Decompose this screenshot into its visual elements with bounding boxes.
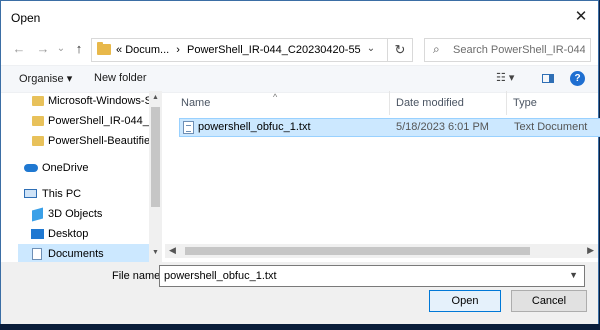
title-bar: Open ✕: [1, 1, 598, 35]
address-bar[interactable]: « Docum... › PowerShell_IR-044_C20230420…: [91, 38, 413, 62]
computer-icon: [24, 189, 37, 198]
column-header-date-modified[interactable]: Date modified: [390, 91, 507, 115]
breadcrumb-overflow[interactable]: «: [116, 44, 122, 56]
column-label: Date modified: [396, 97, 464, 109]
view-options-icon[interactable]: ☷ ▾: [496, 71, 526, 87]
cube-icon: [32, 207, 43, 222]
sidebar-scrollbar[interactable]: ▲ ▼: [149, 91, 162, 262]
file-list-scrollbar[interactable]: ◀ ▶: [165, 244, 598, 258]
sidebar-item-label: PowerShell_IR-044_C20: [48, 115, 161, 127]
sidebar-item-3d-objects[interactable]: 3D Objects: [18, 204, 161, 224]
file-type: Text Document: [514, 121, 588, 133]
file-list: Name ^ Date modified Type powershell_obf…: [165, 91, 600, 241]
command-toolbar: Organise ▾ New folder ☷ ▾ ?: [1, 65, 598, 93]
desktop-icon: [31, 229, 44, 239]
breadcrumb: « Docum... › PowerShell_IR-044_C20230420…: [116, 44, 361, 56]
column-label: Name: [181, 97, 211, 109]
list-item[interactable]: powershell_obfuc_1.txt 5/18/2023 6:01 PM…: [179, 118, 600, 137]
breadcrumb-item-documents[interactable]: Docum...: [125, 44, 169, 56]
dialog-footer: File name: powershell_obfuc_1.txt ▼ Open…: [1, 262, 598, 324]
column-header-name[interactable]: Name ^: [165, 91, 390, 115]
close-icon[interactable]: ✕: [572, 8, 590, 26]
scroll-down-icon[interactable]: ▼: [151, 249, 160, 256]
sidebar-item-label: 3D Objects: [48, 208, 103, 220]
navigation-pane: Microsoft-Windows-Sy PowerShell_IR-044_C…: [18, 91, 161, 262]
navigation-bar: ← → ⌄ ↑ « Docum... › PowerShell_IR-044_C…: [1, 35, 598, 63]
sidebar-item-documents[interactable]: Documents: [18, 244, 161, 262]
sidebar-item-label: Desktop: [48, 228, 89, 240]
scrollbar-thumb[interactable]: [151, 107, 160, 207]
chevron-down-icon[interactable]: ▼: [569, 270, 578, 280]
refresh-icon[interactable]: ↻: [387, 38, 413, 62]
folder-icon: [32, 136, 44, 146]
sidebar-item-label: Documents: [48, 248, 104, 260]
back-arrow-icon[interactable]: ←: [11, 41, 27, 57]
cloud-icon: [24, 164, 38, 172]
preview-pane-icon[interactable]: [542, 74, 554, 83]
scroll-left-icon[interactable]: ◀: [169, 245, 176, 256]
documents-icon: [32, 248, 42, 260]
search-input[interactable]: ⌕ Search PowerShell_IR-044_C...: [424, 38, 591, 62]
column-header-type[interactable]: Type: [507, 91, 598, 115]
recent-locations-icon[interactable]: ⌄: [53, 41, 69, 57]
breadcrumb-separator: ›: [176, 44, 180, 56]
search-icon: ⌕: [433, 42, 440, 56]
breadcrumb-item-folder[interactable]: PowerShell_IR-044_C20230420-55: [187, 44, 361, 56]
sidebar-item-label: PowerShell-Beautifier: [48, 135, 154, 147]
sort-ascending-icon: ^: [273, 92, 278, 102]
open-button[interactable]: Open: [429, 290, 501, 312]
up-arrow-icon[interactable]: ↑: [71, 41, 87, 57]
file-name-label: File name:: [112, 270, 164, 282]
column-label: Type: [513, 97, 537, 109]
scroll-up-icon[interactable]: ▲: [151, 94, 160, 101]
sidebar-item-label: OneDrive: [42, 162, 89, 174]
sidebar-item-desktop[interactable]: Desktop: [18, 224, 161, 244]
sidebar-item-label: Microsoft-Windows-Sy: [48, 95, 158, 107]
sidebar-item-label: This PC: [42, 188, 82, 200]
folder-icon: [97, 42, 111, 55]
dialog-title: Open: [11, 11, 41, 25]
sidebar-item-powershell-beautifier[interactable]: PowerShell-Beautifier: [18, 131, 161, 151]
sidebar-item-this-pc[interactable]: This PC: [18, 184, 161, 204]
text-file-icon: [183, 121, 194, 134]
file-date-modified: 5/18/2023 6:01 PM: [396, 121, 489, 133]
new-folder-button[interactable]: New folder: [94, 72, 147, 84]
organise-menu[interactable]: Organise ▾: [19, 72, 72, 85]
help-icon[interactable]: ?: [570, 71, 585, 86]
scrollbar-thumb[interactable]: [185, 247, 530, 255]
sidebar-item-powershell-ir[interactable]: PowerShell_IR-044_C20: [18, 111, 161, 131]
cancel-button[interactable]: Cancel: [511, 290, 587, 312]
folder-icon: [32, 96, 44, 106]
scroll-right-icon[interactable]: ▶: [587, 245, 594, 256]
search-placeholder: Search PowerShell_IR-044_C...: [453, 44, 585, 56]
open-dialog: Open ✕ ← → ⌄ ↑ « Docum... › PowerShell_I…: [0, 0, 600, 324]
folder-icon: [32, 116, 44, 126]
sidebar-item-onedrive[interactable]: OneDrive: [18, 158, 161, 178]
chevron-down-icon[interactable]: ⌄: [364, 43, 378, 54]
forward-arrow-icon[interactable]: →: [35, 41, 51, 57]
file-name-field[interactable]: powershell_obfuc_1.txt ▼: [159, 265, 585, 287]
sidebar-item-microsoft-windows[interactable]: Microsoft-Windows-Sy: [18, 91, 161, 111]
file-name-value: powershell_obfuc_1.txt: [164, 270, 277, 282]
file-name: powershell_obfuc_1.txt: [198, 121, 311, 133]
